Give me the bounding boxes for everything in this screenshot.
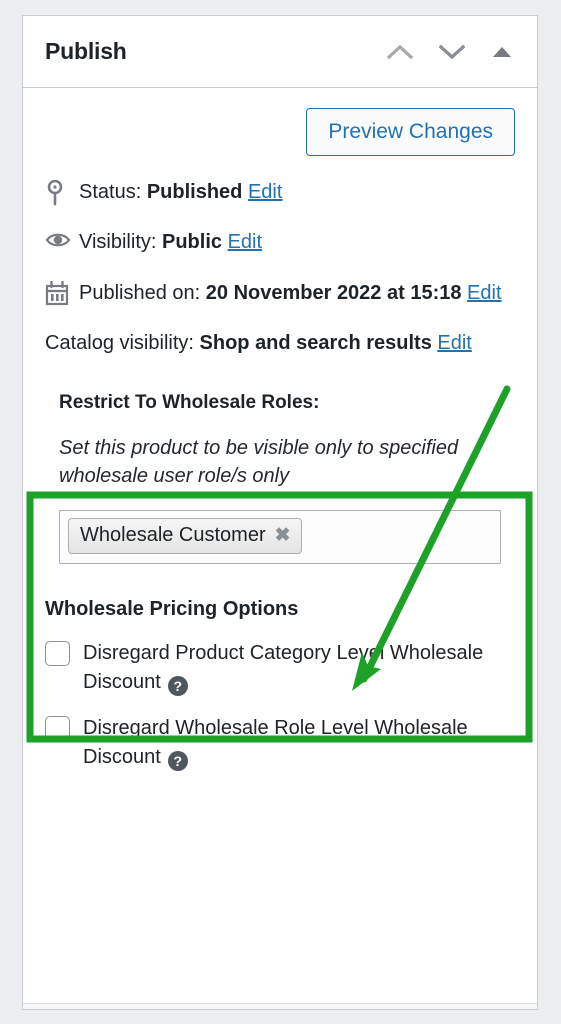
panel-body: Preview Changes Status: Published Edit V…	[23, 88, 537, 771]
panel-header-controls	[386, 43, 515, 60]
restrict-to-wholesale-roles-section: Restrict To Wholesale Roles: Set this pr…	[45, 378, 515, 581]
calendar-icon	[45, 279, 79, 306]
checkbox-label-text: Disregard Product Category Level Wholesa…	[83, 642, 484, 693]
visibility-label: Visibility:	[79, 231, 157, 254]
status-edit-link[interactable]: Edit	[248, 181, 282, 203]
disregard-product-category-discount-label: Disregard Product Category Level Wholesa…	[83, 639, 515, 696]
visibility-edit-link[interactable]: Edit	[228, 231, 262, 253]
publish-panel: Publish Preview Changes Status: Publishe…	[22, 15, 538, 1010]
published-on-row: Published on: 20 November 2022 at 15:18 …	[45, 279, 515, 307]
status-label: Status:	[79, 181, 142, 203]
status-row: Status: Published Edit	[45, 178, 515, 206]
published-on-label: Published on:	[79, 281, 201, 304]
disregard-wholesale-role-discount-label: Disregard Wholesale Role Level Wholesale…	[83, 714, 515, 771]
help-icon[interactable]: ?	[167, 675, 188, 696]
published-on-text: Published on: 20 November 2022 at 15:18 …	[79, 279, 515, 307]
restrict-section-description: Set this product to be visible only to s…	[59, 436, 459, 487]
chevron-up-icon[interactable]	[386, 43, 414, 60]
disregard-wholesale-role-discount-checkbox[interactable]	[45, 716, 70, 742]
role-chip-label: Wholesale Customer	[80, 524, 266, 547]
catalog-visibility-edit-link[interactable]: Edit	[437, 332, 471, 354]
catalog-visibility-label: Catalog visibility:	[45, 332, 194, 355]
pin-icon	[45, 178, 79, 206]
disregard-wholesale-role-discount-row: Disregard Wholesale Role Level Wholesale…	[45, 714, 515, 771]
page-title: Publish	[45, 38, 127, 64]
eye-icon	[45, 228, 79, 250]
visibility-text: Visibility: Public Edit	[79, 228, 515, 256]
status-text: Status: Published Edit	[79, 178, 515, 206]
restrict-section-title: Restrict To Wholesale Roles:	[59, 391, 320, 413]
published-on-value: 20 November 2022 at 15:18	[205, 281, 462, 304]
catalog-visibility-value: Shop and search results	[199, 332, 432, 355]
status-value: Published	[146, 181, 243, 203]
catalog-visibility-row: Catalog visibility: Shop and search resu…	[45, 329, 515, 357]
preview-changes-button[interactable]: Preview Changes	[306, 108, 515, 156]
help-icon[interactable]: ?	[167, 750, 188, 771]
visibility-row: Visibility: Public Edit	[45, 228, 515, 256]
disregard-product-category-discount-checkbox[interactable]	[45, 641, 70, 667]
visibility-value: Public	[162, 231, 223, 254]
checkbox-label-text: Disregard Wholesale Role Level Wholesale…	[83, 717, 468, 768]
remove-role-icon[interactable]: ✖	[275, 526, 291, 545]
chevron-down-icon[interactable]	[438, 43, 466, 60]
role-chip[interactable]: Wholesale Customer ✖	[68, 518, 302, 555]
preview-row: Preview Changes	[45, 108, 515, 156]
wholesale-pricing-options-title: Wholesale Pricing Options	[45, 598, 299, 621]
panel-footer	[23, 1004, 537, 1009]
panel-header: Publish	[23, 16, 537, 88]
toggle-panel-icon[interactable]	[491, 45, 513, 59]
disregard-product-category-discount-row: Disregard Product Category Level Wholesa…	[45, 639, 515, 696]
wholesale-role-select-field[interactable]: Wholesale Customer ✖	[59, 510, 501, 565]
published-on-edit-link[interactable]: Edit	[467, 282, 501, 304]
